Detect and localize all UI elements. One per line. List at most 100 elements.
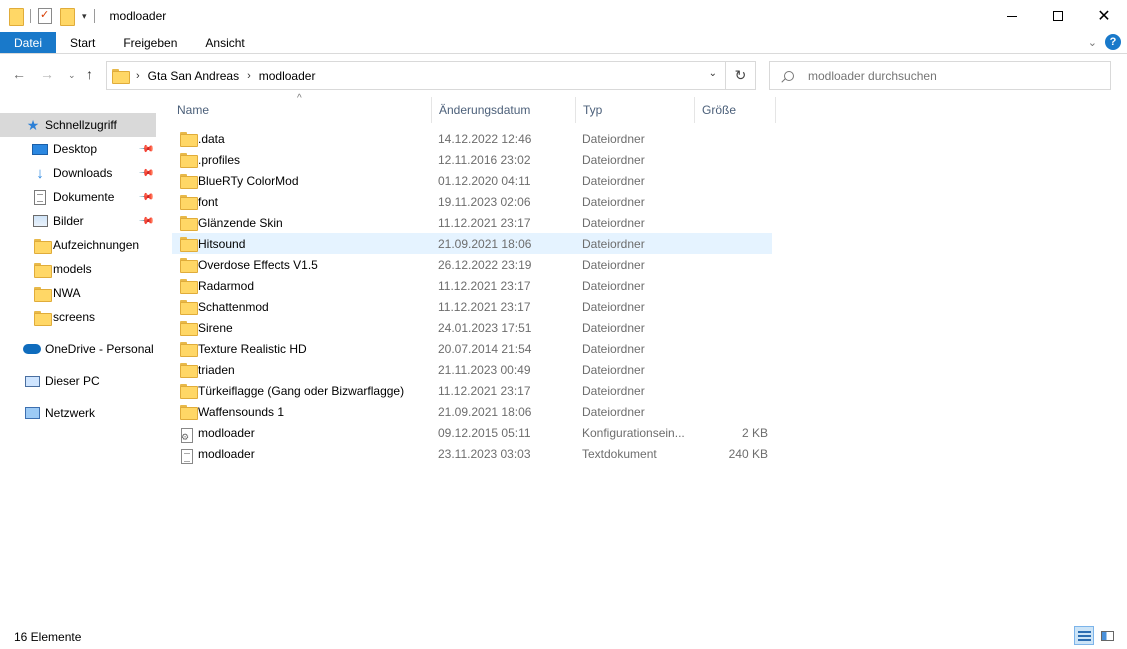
table-row[interactable]: BlueRTy ColorMod 01.12.2020 04:11 Dateiord… <box>172 170 772 191</box>
file-name: .data <box>198 131 225 146</box>
table-row[interactable]: .profiles 12.11.2016 23:02 Dateiordner <box>172 149 772 170</box>
table-row[interactable]: Sirene 24.01.2023 17:51 Dateiordner <box>172 317 772 338</box>
sidebar-item-dokumente[interactable]: Dokumente 📌 <box>0 185 156 209</box>
pin-icon[interactable]: 📌 <box>137 189 154 206</box>
refresh-button[interactable]: ↻ <box>726 61 756 90</box>
file-name: Glänzende Skin <box>198 215 283 230</box>
sidebar-item-label: Aufzeichnungen <box>53 238 140 252</box>
forward-arrow-icon[interactable]: → <box>40 66 54 82</box>
sidebar-item-schnellzugriff[interactable]: ★ Schnellzugriff <box>0 113 156 137</box>
file-date: 01.12.2020 04:11 <box>438 173 531 188</box>
tab-freigeben[interactable]: Freigeben <box>109 32 191 53</box>
breadcrumb-chevron-icon[interactable]: › <box>136 70 140 82</box>
folder-icon <box>9 8 24 26</box>
sidebar-item-nwa[interactable]: NWA <box>0 281 156 305</box>
folder-icon <box>32 261 52 278</box>
table-row[interactable]: .data 14.12.2022 12:46 Dateiordner <box>172 128 772 149</box>
folder-icon <box>180 384 198 399</box>
file-type: Dateiordner <box>582 152 645 167</box>
file-date: 11.12.2021 23:17 <box>438 215 531 230</box>
table-row[interactable]: font 19.11.2023 02:06 Dateiordner <box>172 191 772 212</box>
column-header-date[interactable]: Änderungsdatum <box>432 97 576 123</box>
breadcrumb-chevron-icon[interactable]: › <box>247 70 251 82</box>
file-name: Overdose Effects V1.5 <box>198 257 318 272</box>
tab-start[interactable]: Start <box>56 32 109 53</box>
search-input[interactable] <box>808 68 1098 83</box>
sidebar-item-label: Bilder <box>53 214 84 228</box>
table-row[interactable]: Waffensounds 1 21.09.2021 18:06 Dateiordne… <box>172 401 772 422</box>
file-type: Dateiordner <box>582 194 645 209</box>
status-bar: 16 Elemente <box>0 625 1127 649</box>
recent-locations-chevron-icon[interactable]: ⌄ <box>68 70 76 81</box>
large-icons-view-button[interactable] <box>1097 626 1117 645</box>
customize-toolbar-chevron-icon[interactable]: ▾ <box>82 11 87 22</box>
properties-icon[interactable] <box>38 8 52 24</box>
file-type: Textdokument <box>582 446 657 461</box>
close-button[interactable]: ✕ <box>1081 0 1127 32</box>
table-row[interactable]: Schattenmod 11.12.2021 23:17 Dateiordner <box>172 296 772 317</box>
tab-ansicht[interactable]: Ansicht <box>191 32 258 53</box>
table-row[interactable]: Glänzende Skin 11.12.2021 23:17 Dateiordne… <box>172 212 772 233</box>
title-bar: ▾ modloader ✕ <box>0 0 1127 32</box>
details-view-icon <box>1077 630 1091 641</box>
breadcrumb-modloader[interactable]: modloader <box>259 69 316 83</box>
sidebar-item-models[interactable]: models <box>0 257 156 281</box>
table-row[interactable]: modloader 23.11.2023 03:03 Textdokument 240… <box>172 443 772 464</box>
folder-icon <box>180 258 198 273</box>
new-folder-icon[interactable] <box>60 8 75 26</box>
pin-icon[interactable]: 📌 <box>137 165 154 182</box>
sidebar-item-downloads[interactable]: ↓ Downloads 📌 <box>0 161 156 185</box>
file-type: Dateiordner <box>582 341 645 356</box>
pc-icon <box>22 373 42 389</box>
table-row[interactable]: Hitsound 21.09.2021 18:06 Dateiordner <box>172 233 772 254</box>
folder-icon <box>180 174 198 189</box>
back-arrow-icon[interactable]: ← <box>12 66 26 82</box>
sidebar-item-label: models <box>53 262 92 276</box>
file-name: .profiles <box>198 152 241 167</box>
table-row[interactable]: modloader 09.12.2015 05:11 Konfigurationse… <box>172 422 772 443</box>
file-type: Konfigurationsein... <box>582 425 685 440</box>
search-box[interactable] <box>769 61 1111 90</box>
file-type: Dateiordner <box>582 299 645 314</box>
folder-icon <box>112 69 130 84</box>
pin-icon[interactable]: 📌 <box>137 141 154 158</box>
column-header-name[interactable]: Name <box>170 97 432 123</box>
pin-icon[interactable]: 📌 <box>137 213 154 230</box>
sidebar-item-screens[interactable]: screens <box>0 305 156 329</box>
table-row[interactable]: Texture Realistic HD 20.07.2014 21:54 Date… <box>172 338 772 359</box>
table-row[interactable]: Türkeiflagge (Gang oder Bizwarflagge) 11.… <box>172 380 772 401</box>
file-date: 12.11.2016 23:02 <box>438 152 531 167</box>
sidebar-item-label: NWA <box>53 286 81 300</box>
folder-icon <box>180 300 198 315</box>
desktop-icon <box>32 141 48 157</box>
up-arrow-icon[interactable]: ↑ <box>86 66 93 82</box>
file-name: Türkeiflagge (Gang oder Bizwarflagge) <box>198 383 405 398</box>
sidebar-item-aufzeichnungen[interactable]: Aufzeichnungen <box>0 233 156 257</box>
toolbar-divider <box>30 9 31 23</box>
table-row[interactable]: Overdose Effects V1.5 26.12.2022 23:19 Dat… <box>172 254 772 275</box>
sidebar-item-onedrive[interactable]: OneDrive - Personal <box>0 337 156 361</box>
minimize-button[interactable] <box>989 0 1035 32</box>
breadcrumb-gta-san-andreas[interactable]: Gta San Andreas <box>148 69 239 83</box>
folder-icon <box>180 342 198 357</box>
expand-ribbon-chevron-icon[interactable]: ⌄ <box>1088 36 1097 49</box>
column-header-size[interactable]: Größe <box>695 97 776 123</box>
file-type: Dateiordner <box>582 236 645 251</box>
folder-icon <box>180 132 198 147</box>
folder-icon <box>180 153 198 168</box>
address-bar[interactable]: › Gta San Andreas › modloader ⌄ <box>106 61 726 90</box>
tab-datei[interactable]: Datei <box>0 32 56 53</box>
table-row[interactable]: Radarmod 11.12.2021 23:17 Dateiordner <box>172 275 772 296</box>
maximize-button[interactable] <box>1035 0 1081 32</box>
sidebar-item-netzwerk[interactable]: Netzwerk <box>0 401 156 425</box>
sidebar-item-dieser-pc[interactable]: Dieser PC <box>0 369 156 393</box>
sidebar-item-label: Dokumente <box>53 190 115 204</box>
address-history-chevron-icon[interactable]: ⌄ <box>709 68 717 79</box>
help-icon[interactable]: ? <box>1105 34 1121 50</box>
column-header-type[interactable]: Typ <box>576 97 695 123</box>
table-row[interactable]: triaden 21.11.2023 00:49 Dateiordner <box>172 359 772 380</box>
sidebar-item-bilder[interactable]: Bilder 📌 <box>0 209 156 233</box>
sidebar-item-desktop[interactable]: Desktop 📌 <box>0 137 156 161</box>
details-view-button[interactable] <box>1074 626 1094 645</box>
folder-icon <box>180 321 198 336</box>
